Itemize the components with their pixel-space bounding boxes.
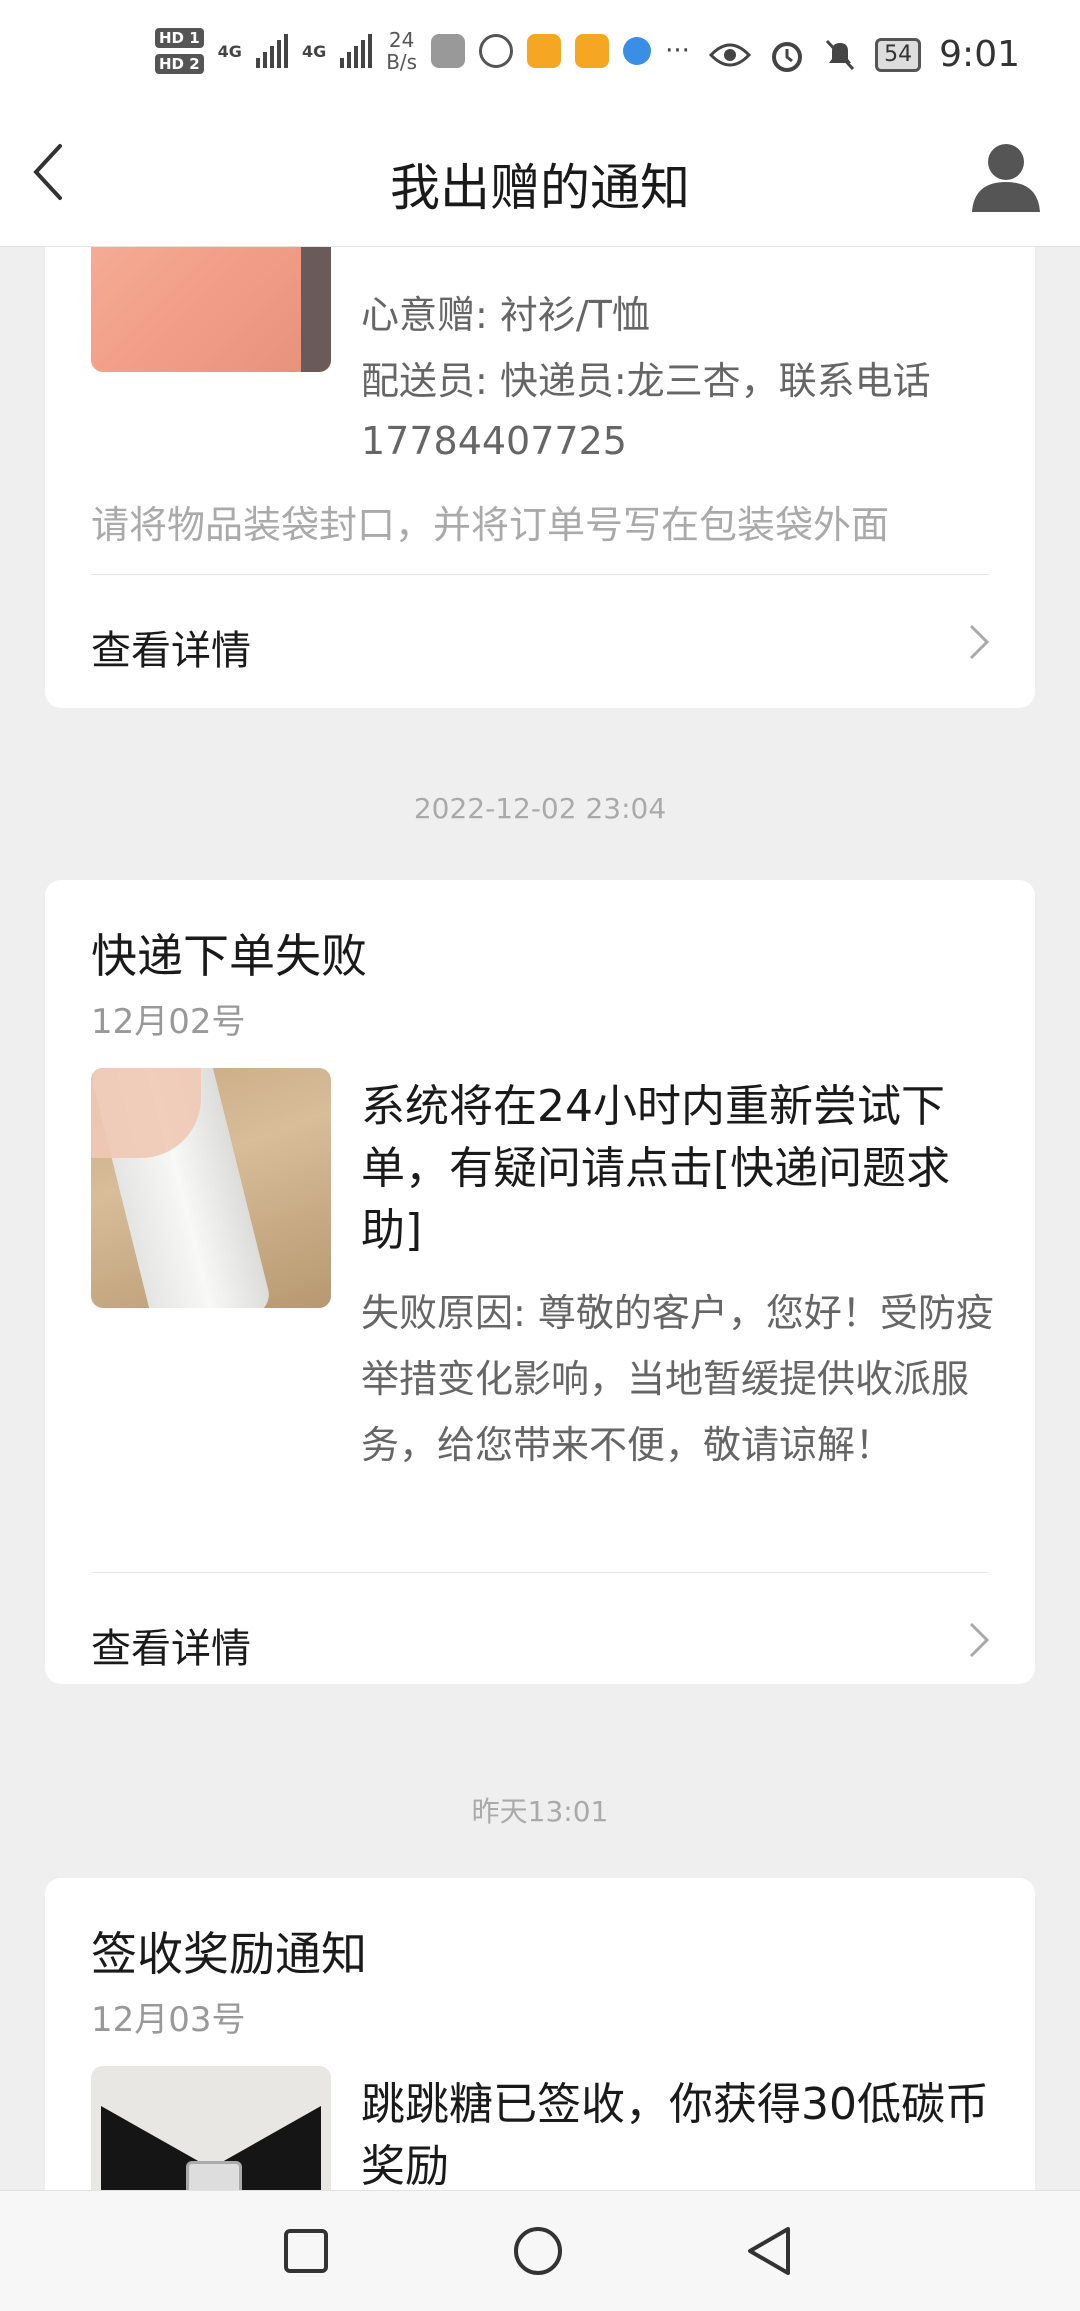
- card-date: 12月03号: [91, 2000, 246, 2040]
- notification-card: 快递下单失败 12月02号 系统将在24小时内重新尝试下单，有疑问请点击[快递问…: [45, 880, 1035, 1684]
- battery-indicator: 54: [875, 37, 922, 72]
- view-details-row[interactable]: 查看详情: [45, 1574, 1035, 1704]
- divider: [91, 574, 989, 575]
- timestamp: 昨天13:01: [471, 1795, 609, 1828]
- item-thumbnail: [91, 2066, 331, 2190]
- notification-card: 签收奖励通知 12月03号 跳跳糖已签收，你获得30低碳币奖励: [45, 1878, 1035, 2190]
- courier-line: 配送员: 快递员:龙三杏，联系电话: [361, 359, 931, 403]
- weibo-icon: [575, 34, 610, 68]
- triangle-back-icon[interactable]: [744, 2225, 794, 2277]
- mute-icon: [826, 39, 855, 70]
- clock: 9:01: [939, 34, 1020, 75]
- failure-reason: 失败原因: 尊敬的客户，您好！受防疫举措变化影响，当地暂缓提供收派服务，给您带来…: [361, 1291, 994, 1467]
- timestamp: 2022-12-02 23:04: [413, 792, 667, 825]
- weibo-icon: [527, 34, 562, 68]
- hd-indicator: HD 1 HD 2: [155, 28, 204, 74]
- speed-unit: B/s: [386, 50, 418, 74]
- item-thumbnail: [91, 1068, 331, 1308]
- status-bar: HD 1 HD 2 4G 4G 24 B/s ··· 54 9:01: [0, 0, 1080, 130]
- browser-icon: [623, 37, 652, 65]
- system-nav-bar: [0, 2190, 1080, 2311]
- user-icon[interactable]: [968, 138, 1044, 214]
- network-speed: 24 B/s: [386, 29, 417, 73]
- notification-card: 件到门 心意赠: 衬衫/T恤 配送员: 快递员:龙三杏，联系电话 1778440…: [45, 246, 1035, 708]
- circle-icon[interactable]: [512, 2225, 564, 2277]
- chevron-right-icon: [969, 1622, 990, 1658]
- alarm-icon: [772, 41, 803, 72]
- card-title-fragment: 件到门: [361, 246, 1001, 258]
- packing-notice: 请将物品装袋封口，并将订单号写在包装袋外面: [91, 503, 890, 547]
- courier-phone: 17784407725: [361, 419, 627, 463]
- divider: [91, 1572, 989, 1573]
- view-details-label: 查看详情: [91, 628, 251, 674]
- eye-icon: [709, 43, 752, 66]
- view-details-row[interactable]: 查看详情: [45, 576, 1035, 706]
- notification-list[interactable]: 件到门 心意赠: 衬衫/T恤 配送员: 快递员:龙三杏，联系电话 1778440…: [0, 246, 1080, 2190]
- chevron-right-icon: [969, 624, 990, 660]
- signal-icon: [340, 34, 373, 68]
- speed-value: 24: [388, 28, 415, 52]
- page-title: 我出赠的通知: [390, 159, 690, 217]
- hd2-label: HD 2: [155, 54, 204, 74]
- network-label-2: 4G: [301, 41, 327, 61]
- signal-icon: [255, 34, 288, 68]
- gift-line: 心意赠: 衬衫/T恤: [361, 293, 650, 337]
- notification-message: 跳跳糖已签收，你获得30低碳币奖励: [361, 2079, 989, 2190]
- loading-icon: [479, 34, 514, 68]
- item-thumbnail: [91, 246, 331, 372]
- card-title: 快递下单失败: [91, 929, 367, 983]
- more-notifications: ···: [665, 36, 690, 66]
- square-icon[interactable]: [282, 2227, 330, 2275]
- card-date: 12月02号: [91, 1002, 246, 1042]
- view-details-label: 查看详情: [91, 1626, 251, 1672]
- hd1-label: HD 1: [155, 28, 204, 48]
- notification-message: 系统将在24小时内重新尝试下单，有疑问请点击[快递问题求助]: [361, 1081, 951, 1256]
- card-title: 签收奖励通知: [91, 1927, 367, 1981]
- network-label-1: 4G: [217, 41, 242, 61]
- weibo-icon: [431, 34, 466, 68]
